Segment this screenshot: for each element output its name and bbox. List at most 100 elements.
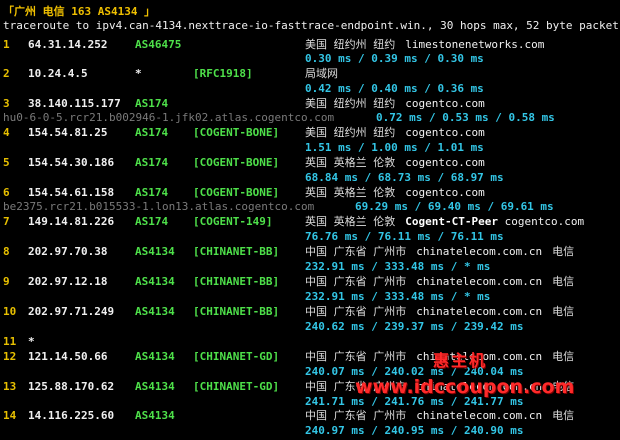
hop-latency: 232.91 ms / 333.48 ms / * ms bbox=[305, 260, 491, 273]
hop-peer: Cogent-CT-Peer bbox=[405, 215, 498, 228]
hop-geo: 中国 广东省 广州市 chinatelecom.com.cn 电信 bbox=[305, 245, 574, 260]
hop-ip: 154.54.81.25 bbox=[28, 126, 108, 139]
hop-ip: 149.14.81.226 bbox=[28, 215, 115, 228]
hop-location: 英国 英格兰 伦敦 bbox=[305, 156, 396, 169]
hop-geo: 美国 纽约州 纽约 cogentco.com bbox=[305, 126, 485, 141]
hop-geo: 英国 英格兰 伦敦 Cogent-CT-Peer cogentco.com bbox=[305, 215, 584, 230]
hop-latency: 240.62 ms / 239.37 ms / 239.42 ms bbox=[305, 320, 524, 333]
hop-geo: 美国 纽约州 纽约 cogentco.com bbox=[305, 97, 485, 112]
hop-host: chinatelecom.com.cn bbox=[416, 275, 543, 288]
hop-latency: 0.42 ms / 0.40 ms / 0.36 ms bbox=[305, 82, 484, 95]
hop-rdns: be2375.rcr21.b015533-1.lon13.atlas.cogen… bbox=[3, 200, 315, 213]
hop-geo: 中国 广东省 广州市 chinatelecom.com.cn 电信 bbox=[305, 275, 574, 290]
hop-location: 中国 广东省 广州市 bbox=[305, 245, 407, 258]
hop-asn: AS174 bbox=[135, 126, 169, 139]
hop-number: 5 bbox=[3, 156, 10, 169]
traceroute-command: traceroute to ipv4.can-4134.nexttrace-io… bbox=[3, 19, 620, 32]
hop-ip: 202.97.70.38 bbox=[28, 245, 108, 258]
terminal-window[interactable]: 「广州 电信 163 AS4134 」 traceroute to ipv4.c… bbox=[0, 0, 620, 440]
hop-ip: 154.54.61.158 bbox=[28, 186, 115, 199]
hop-location: 局域网 bbox=[305, 67, 338, 80]
hop-tag: [CHINANET-BB] bbox=[193, 275, 280, 288]
watermark-url: www.idccoupon.com bbox=[355, 376, 575, 398]
hop-location: 美国 纽约州 纽约 bbox=[305, 126, 396, 139]
hop-ip: 125.88.170.62 bbox=[28, 380, 115, 393]
hop-tag: [COGENT-BONE] bbox=[193, 126, 280, 139]
hop-host: cogentco.com bbox=[504, 215, 585, 228]
hop-location: 中国 广东省 广州市 bbox=[305, 275, 407, 288]
hop-host: cogentco.com bbox=[405, 156, 485, 169]
hop-number: 7 bbox=[3, 215, 10, 228]
hop-asn: AS4134 bbox=[135, 409, 175, 422]
hop-location: 美国 纽约州 纽约 bbox=[305, 97, 396, 110]
hop-asn: AS174 bbox=[135, 97, 169, 110]
hop-location: 英国 英格兰 伦敦 bbox=[305, 186, 396, 199]
hop-number: 10 bbox=[3, 305, 17, 318]
hop-location: 中国 广东省 广州市 bbox=[305, 409, 407, 422]
hop-number: 8 bbox=[3, 245, 10, 258]
hop-ip: 10.24.4.5 bbox=[28, 67, 88, 80]
hop-ip: 64.31.14.252 bbox=[28, 38, 108, 51]
hop-asn: AS174 bbox=[135, 156, 169, 169]
hop-isp: 电信 bbox=[552, 275, 575, 288]
watermark-logo-text: 惠主机 bbox=[433, 351, 488, 370]
hop-isp: 电信 bbox=[552, 409, 575, 422]
hop-number: 12 bbox=[3, 350, 17, 363]
hop-location: 英国 英格兰 伦敦 bbox=[305, 215, 396, 228]
hop-latency: 0.72 ms / 0.53 ms / 0.58 ms bbox=[376, 111, 555, 124]
hop-asn: AS4134 bbox=[135, 245, 175, 258]
hop-tag: [CHINANET-GD] bbox=[193, 350, 280, 363]
hop-asn: AS4134 bbox=[135, 380, 175, 393]
hop-tag: [RFC1918] bbox=[193, 67, 253, 80]
hop-ip: 202.97.71.249 bbox=[28, 305, 115, 318]
hop-host: cogentco.com bbox=[405, 97, 485, 110]
hop-latency: 76.76 ms / 76.11 ms / 76.11 ms bbox=[305, 230, 504, 243]
hop-location: 中国 广东省 广州市 bbox=[305, 350, 407, 363]
hop-number: 3 bbox=[3, 97, 10, 110]
hop-ip: 154.54.30.186 bbox=[28, 156, 115, 169]
hop-asn: AS4134 bbox=[135, 275, 175, 288]
hop-ip: * bbox=[28, 335, 35, 348]
hop-number: 1 bbox=[3, 38, 10, 51]
hop-number: 13 bbox=[3, 380, 17, 393]
hop-tag: [COGENT-BONE] bbox=[193, 156, 280, 169]
hop-asn: AS4134 bbox=[135, 305, 175, 318]
hop-geo: 英国 英格兰 伦敦 cogentco.com bbox=[305, 156, 485, 171]
hop-isp: 电信 bbox=[552, 305, 575, 318]
hop-asn: AS46475 bbox=[135, 38, 182, 51]
hop-latency: 232.91 ms / 333.48 ms / * ms bbox=[305, 290, 491, 303]
hop-latency: 69.29 ms / 69.40 ms / 69.61 ms bbox=[355, 200, 554, 213]
hop-ip: 121.14.50.66 bbox=[28, 350, 108, 363]
hop-tag: [CHINANET-BB] bbox=[193, 305, 280, 318]
hop-tag: [COGENT-BONE] bbox=[193, 186, 280, 199]
hop-latency: 1.51 ms / 1.00 ms / 1.01 ms bbox=[305, 141, 484, 154]
route-title: 「广州 电信 163 AS4134 」 bbox=[3, 5, 156, 18]
hop-geo: 英国 英格兰 伦敦 cogentco.com bbox=[305, 186, 485, 201]
hop-host: cogentco.com bbox=[405, 126, 485, 139]
hop-number: 14 bbox=[3, 409, 17, 422]
hop-rdns: hu0-6-0-5.rcr21.b002946-1.jfk02.atlas.co… bbox=[3, 111, 335, 124]
hop-latency: 240.97 ms / 240.95 ms / 240.90 ms bbox=[305, 424, 524, 437]
hop-tag: [COGENT-149] bbox=[193, 215, 273, 228]
hop-tag: [CHINANET-GD] bbox=[193, 380, 280, 393]
hop-tag: [CHINANET-BB] bbox=[193, 245, 280, 258]
hop-host: chinatelecom.com.cn bbox=[416, 245, 543, 258]
hop-ip: 202.97.12.18 bbox=[28, 275, 108, 288]
hop-ip: 14.116.225.60 bbox=[28, 409, 115, 422]
hop-asn: * bbox=[135, 67, 142, 80]
hop-asn: AS4134 bbox=[135, 350, 175, 363]
hop-ip: 38.140.115.177 bbox=[28, 97, 121, 110]
hop-location: 中国 广东省 广州市 bbox=[305, 305, 407, 318]
hop-number: 2 bbox=[3, 67, 10, 80]
hop-asn: AS174 bbox=[135, 215, 169, 228]
hop-latency: 68.84 ms / 68.73 ms / 68.97 ms bbox=[305, 171, 504, 184]
hop-geo: 中国 广东省 广州市 chinatelecom.com.cn 电信 bbox=[305, 305, 574, 320]
hop-number: 6 bbox=[3, 186, 10, 199]
hop-host: cogentco.com bbox=[405, 186, 485, 199]
hop-host: limestonenetworks.com bbox=[405, 38, 545, 51]
hop-isp: 电信 bbox=[552, 350, 575, 363]
hop-number: 9 bbox=[3, 275, 10, 288]
hop-geo: 美国 纽约州 纽约 limestonenetworks.com bbox=[305, 38, 544, 53]
hop-number: 11 bbox=[3, 335, 17, 348]
hop-location: 美国 纽约州 纽约 bbox=[305, 38, 396, 51]
